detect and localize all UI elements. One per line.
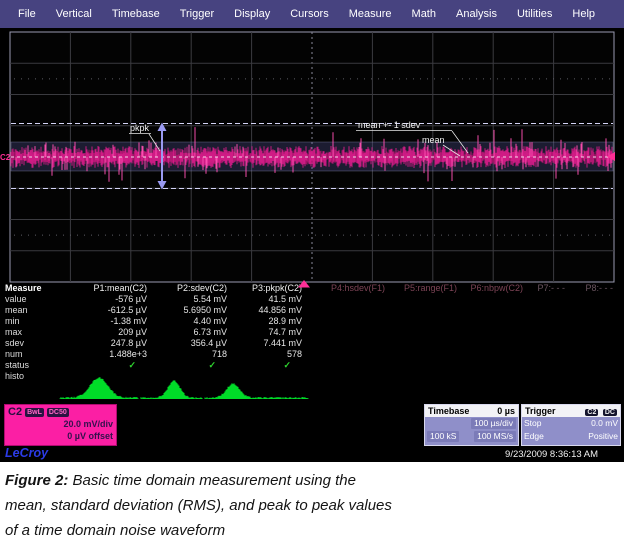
max-p2: 6.73 mV [152,327,232,338]
menu-file[interactable]: File [8,8,46,20]
status-check-p1-icon: ✓ [52,360,152,371]
param-header-p5[interactable]: P5:range(F1) [390,283,462,294]
min-p1: -1.38 mV [52,316,152,327]
timebase-delay: 0 µs [497,405,515,417]
histogram-icons [50,376,340,402]
channel-name: C2 [8,406,22,418]
num-p1: 1.488e+3 [52,349,152,360]
row-label-max: max [0,327,52,338]
status-check-p3-icon: ✓ [232,360,307,371]
max-p3: 74.7 mV [232,327,307,338]
menu-math[interactable]: Math [402,8,446,20]
timebase-title: Timebase [428,405,469,417]
menu-cursors[interactable]: Cursors [280,8,339,20]
caption-line-3: of a time domain noise waveform [5,518,619,543]
mean-p3: 44.856 mV [232,305,307,316]
channel-c2-descriptor[interactable]: C2 BwL DC50 20.0 mV/div 0 µV offset [4,404,117,446]
timebase-samples: 100 kS [427,431,459,442]
menu-bar: File Vertical Timebase Trigger Display C… [0,0,624,28]
menu-vertical[interactable]: Vertical [46,8,102,20]
status-check-p2-icon: ✓ [152,360,232,371]
trigger-slope: Positive [588,431,618,442]
value-p3: 41.5 mV [232,294,307,305]
param-header-p1[interactable]: P1:mean(C2) [52,283,152,294]
trace-level-marker-icon [607,152,615,161]
measure-title: Measure [0,283,52,294]
menu-help[interactable]: Help [562,8,605,20]
row-label-num: num [0,349,52,360]
mean-sdev-leader-line [452,131,468,153]
waveform-trace-c2 [11,127,612,182]
sdev-p1: 247.8 µV [52,338,152,349]
menu-display[interactable]: Display [224,8,280,20]
trigger-source-badge: C2 [585,409,598,416]
max-p1: 209 µV [52,327,152,338]
trigger-title: Trigger [525,405,556,417]
trigger-descriptor[interactable]: Trigger C2 DC Stop 0.0 mV Edge Positive [521,404,621,446]
trigger-coupling-badge: DC [603,409,617,416]
row-label-sdev: sdev [0,338,52,349]
param-header-p3[interactable]: P3:pkpk(C2) [232,283,307,294]
trigger-type: Edge [524,431,544,442]
figure-label: Figure 2: [5,472,68,489]
trigger-level: 0.0 mV [591,418,618,429]
timebase-scale: 100 µs/div [471,418,516,429]
caption-line-1: Basic time domain measurement using the [73,472,356,489]
value-p2: 5.54 mV [152,294,232,305]
mean-leader-line [443,145,460,156]
param-header-p4[interactable]: P4:hsdev(F1) [307,283,390,294]
param-header-p7[interactable]: P7:- - - [528,283,570,294]
caption-line-2: mean, standard deviation (RMS), and peak… [5,493,619,518]
figure-caption: Figure 2: Basic time domain measurement … [0,462,624,547]
row-label-status: status [0,360,52,371]
param-header-p6[interactable]: P6:nbpw(C2) [462,283,528,294]
c2-trace-marker: C2 [0,153,11,162]
bandwidth-limit-badge: BwL [25,408,44,417]
oscilloscope-screen: File Vertical Timebase Trigger Display C… [0,0,624,462]
channel-scale: 20.0 mV/div [8,418,113,430]
mean-label: mean [422,135,445,145]
row-label-histo: histo [0,371,52,382]
graticule-grid [10,32,614,282]
timebase-rate: 100 MS/s [474,431,516,442]
mean-sdev-band [11,142,613,171]
coupling-badge: DC50 [47,408,69,417]
measure-table: Measure P1:mean(C2) P2:sdev(C2) P3:pkpk(… [0,283,624,382]
row-label-value: value [0,294,52,305]
menu-trigger[interactable]: Trigger [170,8,224,20]
min-p3: 28.9 mV [232,316,307,327]
timestamp: 9/23/2009 8:36:13 AM [505,449,598,460]
row-label-min: min [0,316,52,327]
param-header-p2[interactable]: P2:sdev(C2) [152,283,232,294]
num-p2: 718 [152,349,232,360]
lecroy-logo: LeCroy [5,446,48,460]
value-p1: -576 µV [52,294,152,305]
pkpk-leader-line [149,134,160,151]
channel-offset: 0 µV offset [8,430,113,442]
menu-analysis[interactable]: Analysis [446,8,507,20]
mean-p2: 5.6950 mV [152,305,232,316]
row-label-mean: mean [0,305,52,316]
trigger-mode: Stop [524,418,542,429]
timebase-descriptor[interactable]: Timebase 0 µs 100 µs/div 100 kS 100 MS/s [424,404,519,446]
page: File Vertical Timebase Trigger Display C… [0,0,624,547]
param-header-p8[interactable]: P8:- - - [570,283,618,294]
mean-sdev-label: mean +- 1 sdev [358,120,421,130]
pkpk-arrow [158,123,167,190]
min-p2: 4.40 mV [152,316,232,327]
sdev-p2: 356.4 µV [152,338,232,349]
sdev-p3: 7.441 mV [232,338,307,349]
num-p3: 578 [232,349,307,360]
menu-utilities[interactable]: Utilities [507,8,562,20]
menu-measure[interactable]: Measure [339,8,402,20]
mean-p1: -612.5 µV [52,305,152,316]
pkpk-label: pkpk [130,123,150,133]
menu-timebase[interactable]: Timebase [102,8,170,20]
